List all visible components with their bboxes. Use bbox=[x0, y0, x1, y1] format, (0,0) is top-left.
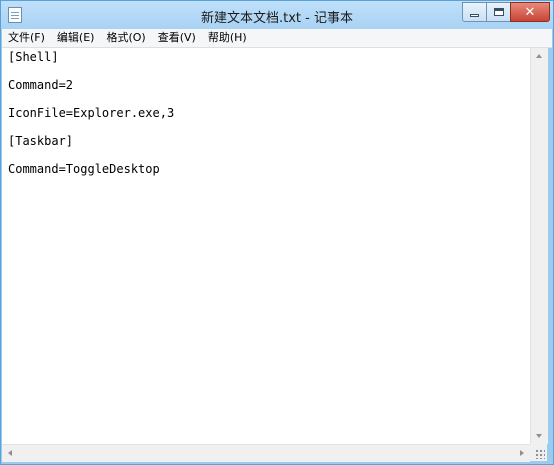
close-icon: ✕ bbox=[524, 4, 536, 20]
menu-format[interactable]: 格式(O) bbox=[100, 29, 151, 47]
horizontal-scrollbar[interactable] bbox=[2, 444, 530, 462]
scroll-down-icon[interactable] bbox=[536, 434, 542, 438]
text-line: Command=ToggleDesktop bbox=[8, 162, 160, 176]
vertical-scrollbar[interactable] bbox=[530, 48, 548, 444]
maximize-button[interactable] bbox=[486, 2, 511, 22]
notepad-window: 新建文本文档.txt - 记事本 ✕ 文件(F) 编辑(E) 格式(O) 查看(… bbox=[0, 0, 554, 465]
menu-file[interactable]: 文件(F) bbox=[2, 29, 51, 47]
resize-grip-icon[interactable] bbox=[535, 449, 545, 459]
scroll-right-icon[interactable] bbox=[520, 450, 524, 456]
maximize-icon bbox=[493, 8, 504, 16]
scroll-up-icon[interactable] bbox=[536, 54, 542, 58]
menu-help[interactable]: 帮助(H) bbox=[202, 29, 253, 47]
text-line: [Shell] bbox=[8, 50, 59, 64]
scroll-left-icon[interactable] bbox=[8, 450, 12, 456]
minimize-icon bbox=[470, 13, 479, 17]
text-line: [Taskbar] bbox=[8, 134, 74, 148]
menu-view[interactable]: 查看(V) bbox=[152, 29, 202, 47]
resize-corner[interactable] bbox=[530, 444, 547, 461]
menu-bar: 文件(F) 编辑(E) 格式(O) 查看(V) 帮助(H) bbox=[2, 29, 552, 48]
editor-content[interactable]: [Shell] Command=2 IconFile=Explorer.exe,3 [… bbox=[2, 48, 530, 176]
title-bar[interactable]: 新建文本文档.txt - 记事本 ✕ bbox=[1, 1, 553, 29]
text-editor[interactable]: [Shell] Command=2 IconFile=Explorer.exe,3 [… bbox=[2, 48, 530, 444]
text-line: Command=2 bbox=[8, 78, 74, 92]
menu-edit[interactable]: 编辑(E) bbox=[51, 29, 101, 47]
text-line: IconFile=Explorer.exe,3 bbox=[8, 106, 175, 120]
close-button[interactable]: ✕ bbox=[510, 2, 550, 22]
minimize-button[interactable] bbox=[462, 2, 487, 22]
